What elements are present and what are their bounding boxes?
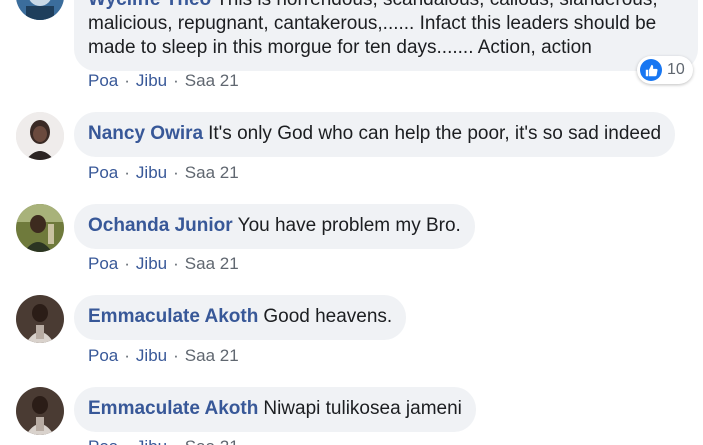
timestamp[interactable]: Saa 21	[185, 437, 239, 445]
avatar[interactable]	[16, 0, 64, 20]
timestamp[interactable]: Saa 21	[185, 163, 239, 182]
avatar[interactable]	[16, 112, 64, 160]
comment-feed: Wycliffe Theo This is horrendous, scandal…	[0, 0, 703, 445]
avatar[interactable]	[16, 204, 64, 252]
like-link[interactable]: Poa	[88, 254, 118, 273]
comment-author[interactable]: Emmaculate Akoth	[88, 398, 258, 419]
comment-text: It's only God who can help the poor, it'…	[208, 123, 662, 144]
comment-author[interactable]: Emmaculate Akoth	[88, 306, 258, 327]
comment-actions: Poa·Jibu·Saa 21	[88, 437, 239, 445]
profile-photo-icon	[16, 112, 64, 160]
like-link[interactable]: Poa	[88, 346, 118, 365]
reply-link[interactable]: Jibu	[136, 254, 167, 273]
comment-text: This is horrendous, scandalous, callous,…	[216, 0, 657, 10]
timestamp[interactable]: Saa 21	[185, 254, 239, 273]
profile-photo-icon	[16, 0, 64, 20]
reply-link[interactable]: Jibu	[136, 71, 167, 90]
profile-photo-icon	[16, 295, 64, 343]
comment-text: made to sleep in this morgue for ten day…	[88, 37, 592, 58]
like-link[interactable]: Poa	[88, 437, 118, 445]
comment-bubble: Wycliffe Theo This is horrendous, scandal…	[74, 0, 698, 71]
reaction-count: 10	[667, 61, 685, 78]
reply-link[interactable]: Jibu	[136, 346, 167, 365]
avatar[interactable]	[16, 387, 64, 435]
comment-text: You have problem my Bro.	[237, 215, 461, 236]
profile-photo-icon	[16, 204, 64, 252]
like-link[interactable]: Poa	[88, 163, 118, 182]
comment-actions: Poa·Jibu·Saa 21	[88, 346, 239, 365]
like-thumb-icon	[640, 59, 662, 81]
reply-link[interactable]: Jibu	[136, 163, 167, 182]
like-link[interactable]: Poa	[88, 71, 118, 90]
comment-author[interactable]: Nancy Owira	[88, 123, 203, 144]
comment-text: malicious, repugnant, cantakerous,......…	[88, 13, 657, 34]
comment-bubble: Nancy Owira It's only God who can help th…	[74, 112, 676, 157]
comment-actions: Poa·Jibu·Saa 21	[88, 254, 239, 273]
timestamp[interactable]: Saa 21	[185, 71, 239, 90]
comment-text: Good heavens.	[263, 306, 393, 327]
comment-bubble: Emmaculate Akoth Good heavens.	[74, 295, 407, 340]
comment-author[interactable]: Wycliffe Theo	[88, 0, 211, 10]
comment-text: Niwapi tulikosea jameni	[263, 398, 462, 419]
reaction-count-badge[interactable]: 10	[637, 56, 693, 84]
profile-photo-icon	[16, 387, 64, 435]
reply-link[interactable]: Jibu	[136, 437, 167, 445]
comment-actions: Poa·Jibu·Saa 21	[88, 163, 239, 182]
comment-bubble: Emmaculate Akoth Niwapi tulikosea jameni	[74, 387, 476, 432]
comment-bubble: Ochanda Junior You have problem my Bro.	[74, 204, 475, 249]
avatar[interactable]	[16, 295, 64, 343]
comment-author[interactable]: Ochanda Junior	[88, 215, 233, 236]
timestamp[interactable]: Saa 21	[185, 346, 239, 365]
comment-actions: Poa·Jibu·Saa 21	[88, 71, 239, 90]
